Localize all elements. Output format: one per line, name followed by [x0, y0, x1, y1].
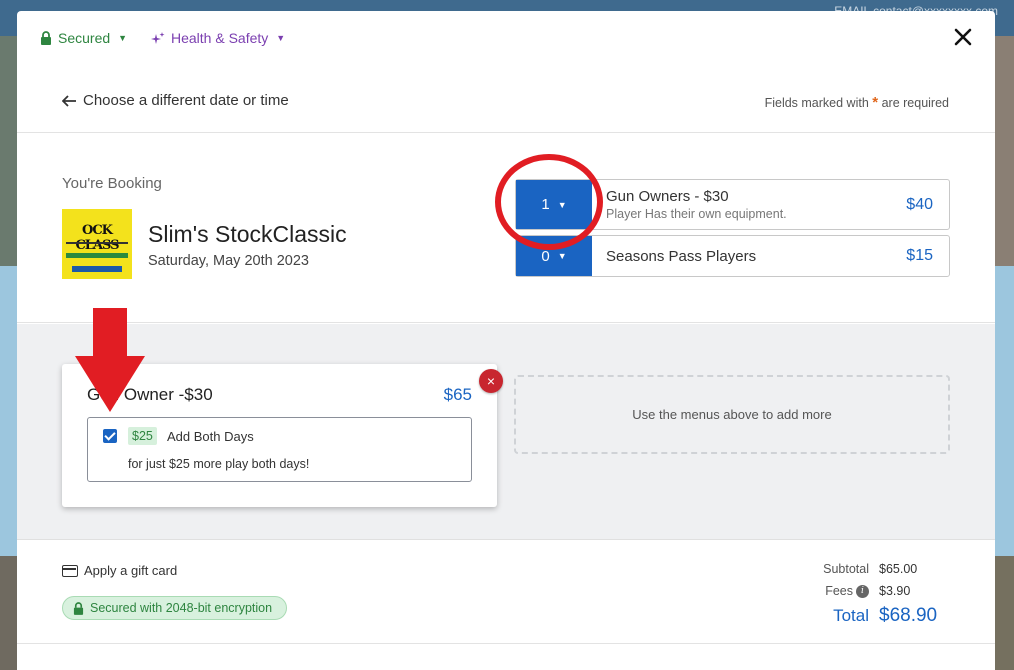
ticket-description: Player Has their own equipment.	[606, 207, 787, 221]
total-label: Total	[833, 606, 869, 625]
required-suffix: are required	[881, 96, 949, 110]
arrow-left-icon	[62, 94, 76, 107]
info-icon[interactable]: i	[856, 584, 869, 598]
credit-card-icon	[62, 564, 78, 577]
cart-item-price: $65	[443, 385, 472, 404]
addon-price-badge: $25	[128, 427, 157, 445]
cart-item-title: Gun Owner -$30	[87, 385, 213, 404]
lock-icon	[73, 601, 84, 615]
secured-label: Secured	[58, 30, 111, 46]
lock-icon	[41, 31, 51, 45]
cart-area: Gun Owner -$30 $65 $25 Add Both Days for…	[17, 324, 995, 540]
youre-booking-heading: You're Booking	[62, 175, 162, 192]
fees-label: Fees	[825, 584, 853, 598]
background-left-strip	[0, 36, 17, 670]
ticket-info: Gun Owners - $30 Player Has their own eq…	[592, 180, 879, 229]
chevron-down-icon: ▼	[118, 33, 128, 43]
modal-topbar: Secured ▼ Health & Safety ▼	[17, 11, 995, 67]
fees-row: Fees i $3.90	[738, 580, 938, 602]
ticket-name: Gun Owners - $30	[606, 188, 729, 205]
remove-item-button[interactable]: ×	[479, 369, 503, 393]
ticket-option-gun-owners[interactable]: 1 ▼ Gun Owners - $30 Player Has their ow…	[515, 179, 950, 230]
addon-checkbox[interactable]	[103, 429, 117, 443]
order-totals: Subtotal $65.00 Fees i $3.90 Total $68.9…	[738, 558, 938, 630]
event-date: Saturday, May 20th 2023	[148, 253, 309, 269]
addon-description: for just $25 more play both days!	[128, 457, 310, 471]
health-safety-dropdown[interactable]: Health & Safety ▼	[150, 30, 285, 46]
health-safety-label: Health & Safety	[171, 30, 269, 46]
gift-card-label: Apply a gift card	[84, 563, 178, 578]
close-icon[interactable]	[953, 27, 973, 47]
event-title: Slim's StockClassic	[148, 221, 347, 247]
background-right-strip	[995, 36, 1014, 670]
checkout-footer: Apply a gift card Secured with 2048-bit …	[17, 540, 995, 644]
sparkles-icon	[151, 31, 165, 44]
required-fields-note: Fields marked with * are required	[765, 94, 949, 111]
subtotal-row: Subtotal $65.00	[738, 558, 938, 580]
total-value: $68.90	[879, 605, 938, 626]
addon-name: Add Both Days	[167, 429, 254, 444]
fees-value: $3.90	[879, 584, 911, 598]
booking-modal: Secured ▼ Health & Safety ▼ Choose a dif…	[17, 11, 995, 670]
ticket-name: Seasons Pass Players	[606, 247, 757, 265]
thumbnail-stripe	[66, 253, 128, 258]
choose-different-date-link[interactable]: Choose a different date or time	[62, 92, 289, 109]
chevron-down-icon: ▼	[276, 33, 286, 43]
total-row: Total $68.90	[738, 602, 938, 630]
fees-label-group: Fees i	[825, 584, 869, 598]
back-link-label: Choose a different date or time	[83, 92, 289, 109]
thumbnail-stripe	[66, 242, 128, 244]
apply-gift-card-link[interactable]: Apply a gift card	[62, 563, 177, 578]
addon-option[interactable]: $25 Add Both Days for just $25 more play…	[87, 417, 472, 482]
encryption-label: Secured with 2048-bit encryption	[90, 601, 273, 615]
add-more-placeholder: Use the menus above to add more	[514, 375, 950, 454]
ticket-info: Seasons Pass Players	[592, 236, 879, 276]
event-thumbnail-text: OCK CLASS	[75, 223, 119, 253]
back-row: Choose a different date or time Fields m…	[17, 67, 995, 133]
thumbnail-stripe	[72, 266, 122, 272]
subtotal-label: Subtotal	[823, 562, 869, 576]
secured-dropdown[interactable]: Secured ▼	[40, 30, 127, 46]
ticket-price: $15	[906, 247, 933, 264]
quantity-value: 0	[541, 247, 550, 265]
caret-down-icon: ▼	[557, 199, 567, 210]
quantity-value: 1	[541, 196, 550, 213]
caret-down-icon: ▼	[557, 251, 567, 261]
quantity-select[interactable]: 1 ▼	[516, 180, 592, 229]
cart-item-card: Gun Owner -$30 $65 $25 Add Both Days for…	[62, 364, 497, 507]
event-thumbnail: OCK CLASS	[62, 209, 132, 279]
subtotal-value: $65.00	[879, 562, 918, 576]
required-prefix: Fields marked with	[764, 96, 869, 110]
ticket-option-seasons-pass[interactable]: 0 ▼ Seasons Pass Players $15	[515, 235, 950, 277]
ticket-price: $40	[906, 195, 933, 213]
required-star: *	[872, 94, 879, 111]
quantity-select[interactable]: 0 ▼	[516, 236, 592, 276]
encryption-badge: Secured with 2048-bit encryption	[62, 596, 288, 620]
